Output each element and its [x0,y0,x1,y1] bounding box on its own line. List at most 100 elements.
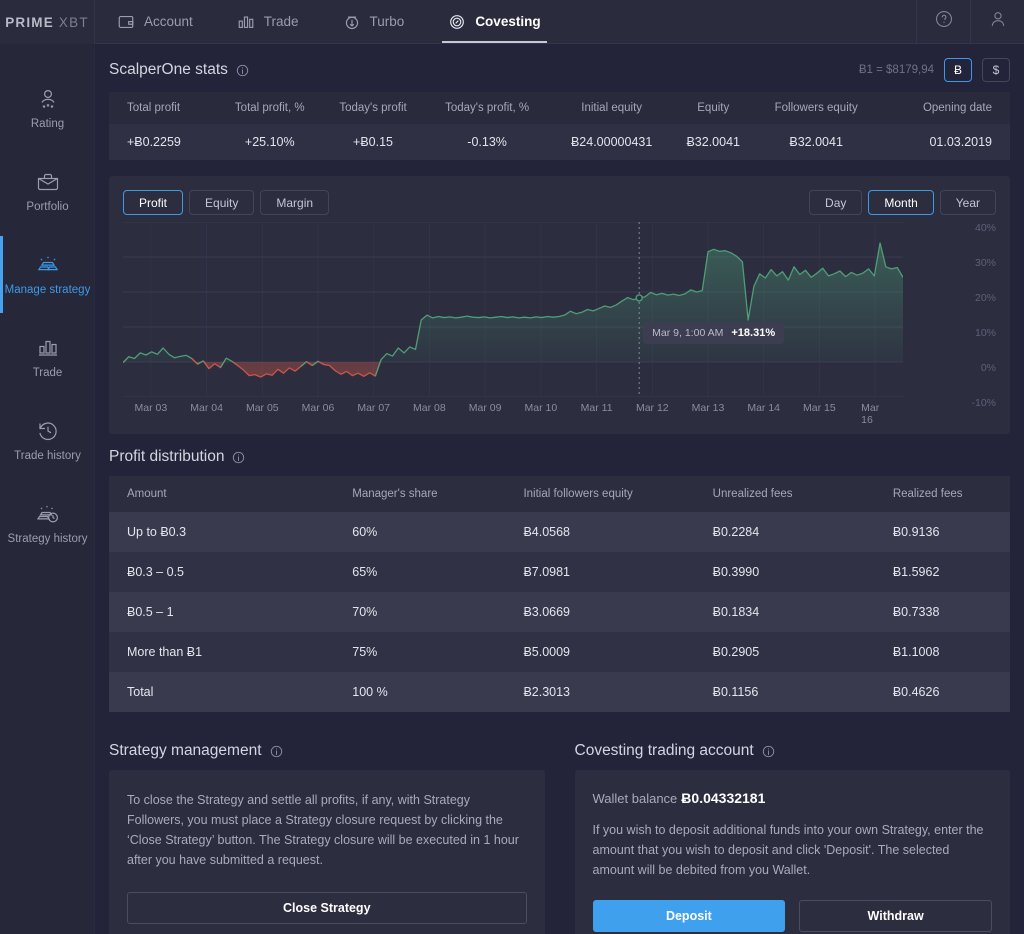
stats-col-total-profit-pct: Total profit, % [217,92,322,124]
dist-cell: Ƀ3.0669 [505,592,694,632]
info-icon[interactable] [270,745,283,758]
dist-cell: 70% [334,592,505,632]
chart-toolbar: Profit Equity Margin Day Month Year [123,190,996,215]
sidebar-item-strategy-history[interactable]: Strategy history [0,485,95,562]
deposit-button[interactable]: Deposit [593,900,786,932]
sidebar: Rating Portfolio Manage strategy [0,44,95,934]
dist-cell: Ƀ0.3 – 0.5 [109,552,334,592]
sidebar-label-rating: Rating [31,118,64,131]
covesting-account-body: If you wish to deposit additional funds … [593,820,993,880]
rating-icon [35,86,61,112]
chart-x-tick: Mar 07 [357,402,390,414]
chart-range-day[interactable]: Day [809,190,862,215]
chart-y-axis: 40%30%20%10%0%-10% [956,216,996,406]
nav-item-trade[interactable]: Trade [215,0,321,43]
chart-metric-profit[interactable]: Profit [123,190,183,215]
dist-cell: 65% [334,552,505,592]
chart-x-tick: Mar 15 [803,402,836,414]
top-bar-actions [916,0,1024,43]
nav-item-turbo[interactable]: Turbo [321,0,427,43]
stats-col-todays-profit-pct: Today's profit, % [424,92,551,124]
stats-col-todays-profit: Today's profit [322,92,424,124]
sidebar-item-rating[interactable]: Rating [0,70,95,147]
nav-label-trade: Trade [264,14,299,29]
info-icon[interactable] [232,451,245,464]
chart-x-tick: Mar 11 [581,402,613,414]
page-title: ScalperOne stats [109,61,228,79]
chart-x-tick: Mar 14 [747,402,780,414]
chart-x-tick: Mar 16 [861,402,889,426]
stats-table: Total profit Total profit, % Today's pro… [109,92,1010,160]
sidebar-label-manage-strategy: Manage strategy [5,284,91,297]
sidebar-item-trade[interactable]: Trade [0,319,95,396]
help-button[interactable] [916,0,970,43]
stats-col-followers-equity: Followers equity [754,92,879,124]
nav-item-account[interactable]: Account [95,0,215,43]
help-circle-icon [934,9,954,34]
chart-x-tick: Mar 06 [302,402,335,414]
currency-usd-button[interactable]: $ [982,58,1010,82]
chart-y-tick: 40% [956,222,996,234]
profit-chart-panel: Profit Equity Margin Day Month Year 40%3… [109,176,1010,434]
chart-y-tick: -10% [956,397,996,409]
tooltip-label: Mar 9, 1:00 AM [652,327,723,339]
wallet-balance-label: Wallet balance [593,791,678,806]
chart-tooltip: Mar 9, 1:00 AM +18.31% [643,322,784,344]
bottom-panels: Strategy management To close the Strateg… [109,728,1010,934]
sidebar-item-trade-history[interactable]: Trade history [0,402,95,479]
profit-distribution-table-wrap: Amount Manager's share Initial followers… [109,476,1010,712]
dist-cell: More than Ƀ1 [109,632,334,672]
profile-button[interactable] [970,0,1024,43]
brand-logo[interactable]: PRIME XBT [0,0,95,44]
strategy-management-header: Strategy management [109,728,545,770]
strategy-history-icon [35,501,61,527]
dist-cell: Ƀ0.9136 [875,512,1010,552]
top-bar: PRIME XBT Account Trade [0,0,1024,44]
currency-btc-button[interactable]: Ƀ [944,58,972,82]
close-strategy-button[interactable]: Close Strategy [127,892,527,924]
info-icon[interactable] [762,745,775,758]
covesting-account-header: Covesting trading account [575,728,1011,770]
chart-y-tick: 0% [956,362,996,374]
dist-cell: Ƀ0.1156 [695,672,875,712]
stats-val-initial-equity: Ƀ24.00000431 [550,124,673,160]
profit-distribution-table: Amount Manager's share Initial followers… [109,476,1010,712]
manage-strategy-icon [35,252,61,278]
dist-cell: 75% [334,632,505,672]
chart-metric-equity[interactable]: Equity [189,190,254,215]
nav-item-covesting[interactable]: Covesting [426,0,562,43]
stats-col-initial-equity: Initial equity [550,92,673,124]
dist-cell: Ƀ1.5962 [875,552,1010,592]
chart-range-month[interactable]: Month [868,190,933,215]
brand-secondary: XBT [59,15,89,30]
chart-x-tick: Mar 04 [190,402,223,414]
chart-metric-margin[interactable]: Margin [260,190,329,215]
chart-x-tick: Mar 12 [636,402,669,414]
chart-y-tick: 20% [956,292,996,304]
clock-history-icon [35,418,61,444]
sidebar-item-manage-strategy[interactable]: Manage strategy [0,236,95,313]
sidebar-item-portfolio[interactable]: Portfolio [0,153,95,230]
chart-metric-group: Profit Equity Margin [123,190,329,215]
chart-plot-area[interactable] [123,222,903,397]
profit-distribution-header: Profit distribution [95,434,1024,476]
info-icon[interactable] [236,64,249,77]
dist-cell: Ƀ0.2284 [695,512,875,552]
table-row: Ƀ0.3 – 0.5 65% Ƀ7.0981 Ƀ0.3990 Ƀ1.5962 [109,552,1010,592]
dist-col-realized-fees: Realized fees [875,476,1010,512]
account-action-buttons: Deposit Withdraw [593,900,993,932]
chart-y-tick: 10% [956,327,996,339]
dist-cell: Ƀ0.3990 [695,552,875,592]
chart-range-year[interactable]: Year [940,190,996,215]
wallet-balance-line: Wallet balanceɃ0.04332181 [593,790,993,806]
chart-x-tick: Mar 10 [525,402,558,414]
dist-cell: Ƀ0.5 – 1 [109,592,334,632]
covesting-account-column: Covesting trading account Wallet balance… [575,728,1011,934]
sidebar-label-portfolio: Portfolio [26,201,68,214]
stats-table-wrap: Total profit Total profit, % Today's pro… [109,92,1010,160]
chart-x-tick: Mar 03 [135,402,168,414]
covesting-account-panel: Wallet balanceɃ0.04332181 If you wish to… [575,770,1011,934]
dist-cell: Ƀ0.4626 [875,672,1010,712]
withdraw-button[interactable]: Withdraw [799,900,992,932]
profit-distribution-title: Profit distribution [109,448,224,466]
